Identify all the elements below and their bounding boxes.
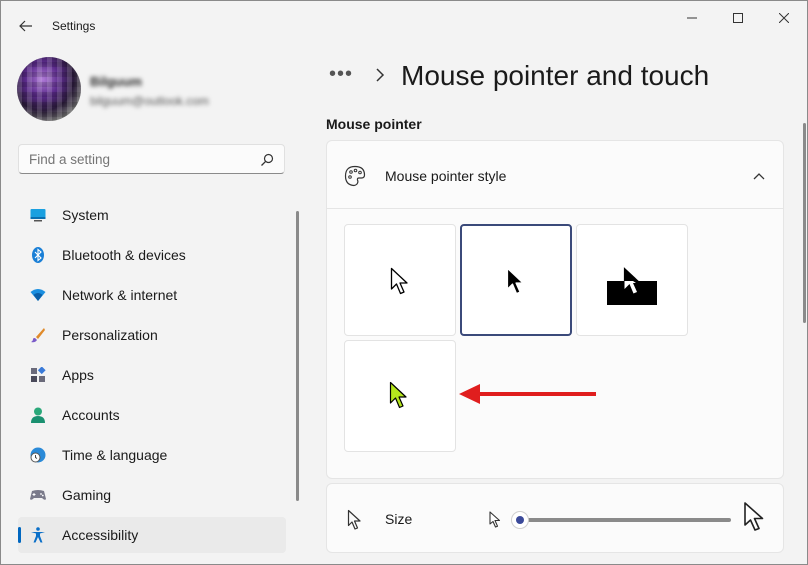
maximize-button[interactable] (715, 3, 761, 33)
clock-globe-icon (30, 447, 46, 463)
search-icon[interactable] (259, 152, 275, 168)
apps-icon (31, 367, 46, 382)
avatar[interactable] (17, 57, 81, 121)
sidebar-item-apps[interactable]: Apps (18, 357, 286, 393)
sidebar-item-label: Personalization (62, 327, 158, 343)
mouse-pointer-style-card: Mouse pointer style (326, 140, 784, 479)
maximize-icon (733, 13, 743, 23)
system-icon (30, 209, 46, 222)
size-label: Size (385, 511, 413, 527)
sidebar-item-personalization[interactable]: Personalization (18, 317, 286, 353)
white-cursor-icon (390, 267, 408, 295)
chevron-right-icon (376, 68, 385, 82)
breadcrumb-more-button[interactable]: ••• (329, 63, 353, 86)
minimize-icon (687, 17, 697, 19)
sidebar-item-system[interactable]: System (18, 197, 286, 233)
sidebar-item-gaming[interactable]: Gaming (18, 477, 286, 513)
large-cursor-icon (744, 502, 764, 531)
pointer-style-black[interactable] (460, 224, 572, 336)
main-scrollbar[interactable] (803, 123, 806, 323)
search-box[interactable] (18, 144, 285, 174)
profile-email: bilguum@outlook.com (90, 94, 209, 108)
sidebar-item-label: Apps (62, 367, 94, 383)
mouse-pointer-style-label: Mouse pointer style (385, 168, 507, 184)
sidebar-item-time-language[interactable]: Time & language (18, 437, 286, 473)
pointer-style-custom[interactable] (344, 340, 456, 452)
back-arrow-icon (19, 20, 32, 32)
slider-thumb[interactable] (511, 511, 529, 529)
collapse-button[interactable] (747, 165, 771, 187)
back-button[interactable] (11, 11, 41, 41)
profile-name: Bilguum (90, 74, 142, 89)
page-title: Mouse pointer and touch (401, 60, 710, 91)
close-icon (779, 13, 789, 23)
sidebar-item-label: System (62, 207, 109, 223)
sidebar-item-label: Time & language (62, 447, 168, 463)
person-icon (31, 407, 45, 423)
wifi-icon (30, 289, 46, 301)
app-title: Settings (52, 19, 96, 33)
size-card: Size (326, 483, 784, 553)
sidebar-item-label: Gaming (62, 487, 112, 503)
settings-window: Settings Bilguum bilguum@outlook.com Sys… (0, 0, 808, 565)
small-cursor-icon (489, 511, 501, 528)
accessibility-icon (31, 527, 45, 543)
cursor-size-icon (347, 509, 361, 530)
bluetooth-icon (32, 247, 44, 263)
chevron-up-icon (753, 173, 765, 180)
sidebar-item-accessibility[interactable]: Accessibility (18, 517, 286, 553)
sidebar-nav: System Bluetooth & devices Network & int… (18, 197, 286, 557)
sidebar-item-label: Accounts (62, 407, 120, 423)
title-bar: Settings (1, 1, 807, 51)
close-button[interactable] (761, 3, 807, 33)
mouse-pointer-style-header[interactable]: Mouse pointer style (327, 141, 783, 209)
sidebar-item-label: Bluetooth & devices (62, 247, 186, 263)
custom-color-cursor-icon (389, 381, 407, 409)
sidebar-item-bluetooth[interactable]: Bluetooth & devices (18, 237, 286, 273)
slider-track[interactable] (519, 518, 731, 522)
annotation-arrow-icon (459, 384, 596, 404)
sidebar-scrollbar[interactable] (296, 211, 299, 501)
sidebar-item-label: Accessibility (62, 527, 139, 543)
minimize-button[interactable] (669, 3, 715, 33)
sidebar-item-label: Network & internet (62, 287, 178, 303)
black-cursor-icon (506, 267, 524, 295)
inverted-cursor-icon (607, 267, 657, 305)
brush-icon (31, 328, 45, 343)
search-input[interactable] (29, 152, 249, 167)
sidebar-item-network[interactable]: Network & internet (18, 277, 286, 313)
section-title: Mouse pointer (326, 116, 422, 132)
sidebar-item-accounts[interactable]: Accounts (18, 397, 286, 433)
pointer-style-white[interactable] (344, 224, 456, 336)
palette-icon (344, 165, 366, 187)
pointer-style-inverted[interactable] (576, 224, 688, 336)
size-slider[interactable] (511, 510, 733, 530)
gamepad-icon (30, 490, 46, 500)
